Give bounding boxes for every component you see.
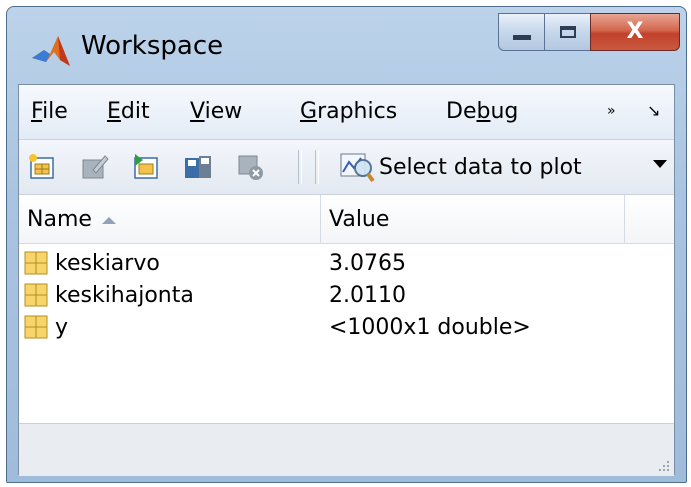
variable-value: 2.0110 (329, 282, 406, 308)
column-header-name[interactable]: Name (19, 195, 321, 243)
resize-grip-icon[interactable] (656, 458, 670, 472)
undock-icon[interactable]: ↘ (647, 101, 660, 120)
menu-graphics[interactable]: Graphics (300, 99, 397, 124)
variable-name-cell: keskiarvo (24, 247, 160, 279)
variable-name: y (55, 314, 69, 340)
column-header-value[interactable]: Value (321, 195, 625, 243)
variable-name: keskiarvo (55, 250, 160, 276)
save-icon[interactable] (183, 152, 213, 182)
variable-array-icon (24, 251, 48, 275)
plot-magnifier-icon (340, 153, 375, 183)
menu-edit[interactable]: Edit (107, 99, 150, 124)
toolbar: Select data to plot (19, 140, 674, 195)
edit-icon[interactable] (79, 152, 109, 182)
menu-file[interactable]: File (31, 99, 68, 124)
matlab-logo-icon (32, 36, 70, 66)
variable-value: 3.0765 (329, 250, 406, 276)
plot-selector-label: Select data to plot (379, 154, 582, 180)
toolbar-separator (298, 150, 302, 184)
column-header-value-label: Value (329, 206, 390, 232)
menu-view[interactable]: View (190, 99, 242, 124)
import-data-icon[interactable] (131, 152, 161, 182)
variables-table: Name Value keskiarvo 3.0765 keskihajonta… (19, 195, 674, 425)
table-row[interactable]: keskiarvo 3.0765 (19, 247, 674, 279)
maximize-icon (559, 26, 576, 38)
close-button[interactable]: X (590, 13, 680, 51)
new-variable-icon[interactable] (27, 152, 57, 182)
column-header-name-label: Name (27, 206, 92, 232)
variable-value: <1000x1 double> (329, 314, 531, 340)
close-icon: X (626, 19, 644, 44)
status-bar (19, 423, 674, 476)
title-bar[interactable]: Workspace X (7, 7, 686, 83)
caption-buttons: X (498, 13, 680, 53)
chevron-down-icon[interactable] (653, 160, 667, 168)
table-row[interactable]: keskihajonta 2.0110 (19, 279, 674, 311)
variable-array-icon (24, 315, 48, 339)
delete-icon[interactable] (235, 152, 265, 182)
sort-ascending-icon (101, 216, 116, 224)
minimize-button[interactable] (498, 13, 544, 51)
menu-bar: File Edit View Graphics Debug » ↘ (19, 85, 674, 140)
toolbar-separator (315, 150, 319, 184)
window-title: Workspace (81, 31, 224, 61)
table-row[interactable]: y <1000x1 double> (19, 311, 674, 343)
variable-name-cell: y (24, 311, 68, 343)
menu-debug[interactable]: Debug (446, 99, 518, 124)
workspace-client: File Edit View Graphics Debug » ↘ Select… (18, 84, 675, 476)
plot-selector-dropdown[interactable]: Select data to plot (331, 146, 671, 188)
workspace-window: Workspace X File Edit View Graphics Debu… (6, 6, 687, 483)
variable-name: keskihajonta (55, 282, 194, 308)
variable-name-cell: keskihajonta (24, 279, 194, 311)
menu-overflow-button[interactable]: » (607, 103, 616, 119)
maximize-button[interactable] (544, 13, 590, 51)
minimize-icon (512, 34, 531, 40)
table-header: Name Value (19, 195, 674, 244)
variable-array-icon (24, 283, 48, 307)
